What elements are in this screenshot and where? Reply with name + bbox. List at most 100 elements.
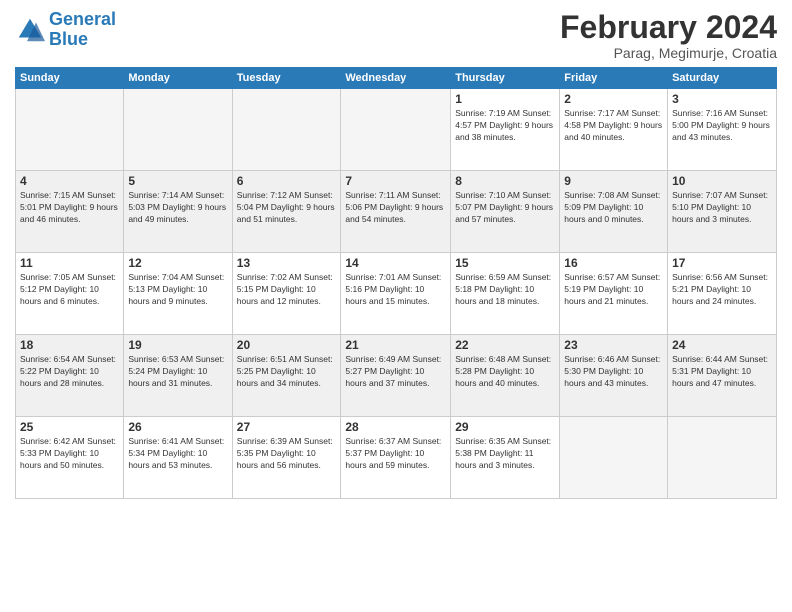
title-block: February 2024 Parag, Megimurje, Croatia [560,10,777,61]
day-number: 24 [672,338,772,352]
table-row: 16 Sunrise: 6:57 AM Sunset: 5:19 PM Dayli… [560,253,668,335]
day-info: Sunrise: 6:53 AM Sunset: 5:24 PM Dayligh… [128,354,227,390]
day-info: Sunrise: 6:37 AM Sunset: 5:37 PM Dayligh… [345,436,446,472]
month-title: February 2024 [560,10,777,45]
table-row [16,89,124,171]
table-row [232,89,341,171]
day-number: 4 [20,174,119,188]
header-sunday: Sunday [16,68,124,89]
day-number: 8 [455,174,555,188]
day-info: Sunrise: 7:19 AM Sunset: 4:57 PM Dayligh… [455,108,555,144]
table-row [124,89,232,171]
day-number: 23 [564,338,663,352]
logo-icon [15,15,45,45]
day-info: Sunrise: 6:46 AM Sunset: 5:30 PM Dayligh… [564,354,663,390]
day-info: Sunrise: 6:59 AM Sunset: 5:18 PM Dayligh… [455,272,555,308]
day-number: 22 [455,338,555,352]
day-info: Sunrise: 6:42 AM Sunset: 5:33 PM Dayligh… [20,436,119,472]
logo-text: General Blue [49,10,116,50]
header-thursday: Thursday [451,68,560,89]
day-number: 15 [455,256,555,270]
header-monday: Monday [124,68,232,89]
day-number: 10 [672,174,772,188]
table-row: 25 Sunrise: 6:42 AM Sunset: 5:33 PM Dayli… [16,417,124,499]
day-info: Sunrise: 7:16 AM Sunset: 5:00 PM Dayligh… [672,108,772,144]
table-row: 8 Sunrise: 7:10 AM Sunset: 5:07 PM Daylig… [451,171,560,253]
subtitle: Parag, Megimurje, Croatia [560,45,777,61]
table-row [560,417,668,499]
table-row: 22 Sunrise: 6:48 AM Sunset: 5:28 PM Dayli… [451,335,560,417]
day-info: Sunrise: 6:54 AM Sunset: 5:22 PM Dayligh… [20,354,119,390]
day-info: Sunrise: 7:14 AM Sunset: 5:03 PM Dayligh… [128,190,227,226]
day-number: 27 [237,420,337,434]
day-number: 21 [345,338,446,352]
day-number: 29 [455,420,555,434]
day-number: 17 [672,256,772,270]
day-info: Sunrise: 7:15 AM Sunset: 5:01 PM Dayligh… [20,190,119,226]
day-number: 1 [455,92,555,106]
table-row: 17 Sunrise: 6:56 AM Sunset: 5:21 PM Dayli… [668,253,777,335]
calendar: Sunday Monday Tuesday Wednesday Thursday… [15,67,777,499]
day-number: 3 [672,92,772,106]
day-number: 18 [20,338,119,352]
week-row-4: 18 Sunrise: 6:54 AM Sunset: 5:22 PM Dayli… [16,335,777,417]
page: General Blue February 2024 Parag, Megimu… [0,0,792,612]
day-info: Sunrise: 7:04 AM Sunset: 5:13 PM Dayligh… [128,272,227,308]
day-number: 26 [128,420,227,434]
table-row: 27 Sunrise: 6:39 AM Sunset: 5:35 PM Dayli… [232,417,341,499]
day-number: 13 [237,256,337,270]
day-info: Sunrise: 6:35 AM Sunset: 5:38 PM Dayligh… [455,436,555,472]
day-number: 28 [345,420,446,434]
day-info: Sunrise: 7:17 AM Sunset: 4:58 PM Dayligh… [564,108,663,144]
day-info: Sunrise: 6:49 AM Sunset: 5:27 PM Dayligh… [345,354,446,390]
table-row: 12Sunrise: 7:04 AM Sunset: 5:13 PM Dayli… [124,253,232,335]
day-info: Sunrise: 6:51 AM Sunset: 5:25 PM Dayligh… [237,354,337,390]
table-row [668,417,777,499]
day-info: Sunrise: 6:39 AM Sunset: 5:35 PM Dayligh… [237,436,337,472]
header-wednesday: Wednesday [341,68,451,89]
day-number: 6 [237,174,337,188]
day-info: Sunrise: 7:02 AM Sunset: 5:15 PM Dayligh… [237,272,337,308]
table-row: 24Sunrise: 6:44 AM Sunset: 5:31 PM Dayli… [668,335,777,417]
header-friday: Friday [560,68,668,89]
day-info: Sunrise: 6:57 AM Sunset: 5:19 PM Dayligh… [564,272,663,308]
table-row: 14Sunrise: 7:01 AM Sunset: 5:16 PM Dayli… [341,253,451,335]
day-info: Sunrise: 7:08 AM Sunset: 5:09 PM Dayligh… [564,190,663,226]
day-info: Sunrise: 6:48 AM Sunset: 5:28 PM Dayligh… [455,354,555,390]
table-row: 29 Sunrise: 6:35 AM Sunset: 5:38 PM Dayli… [451,417,560,499]
day-info: Sunrise: 6:41 AM Sunset: 5:34 PM Dayligh… [128,436,227,472]
table-row: 4 Sunrise: 7:15 AM Sunset: 5:01 PM Daylig… [16,171,124,253]
table-row: 7 Sunrise: 7:11 AM Sunset: 5:06 PM Daylig… [341,171,451,253]
weekday-header-row: Sunday Monday Tuesday Wednesday Thursday… [16,68,777,89]
table-row: 1 Sunrise: 7:19 AM Sunset: 4:57 PM Daylig… [451,89,560,171]
week-row-5: 25 Sunrise: 6:42 AM Sunset: 5:33 PM Dayli… [16,417,777,499]
day-number: 25 [20,420,119,434]
table-row: 5 Sunrise: 7:14 AM Sunset: 5:03 PM Daylig… [124,171,232,253]
day-info: Sunrise: 6:56 AM Sunset: 5:21 PM Dayligh… [672,272,772,308]
table-row: 9 Sunrise: 7:08 AM Sunset: 5:09 PM Daylig… [560,171,668,253]
table-row [341,89,451,171]
day-info: Sunrise: 7:05 AM Sunset: 5:12 PM Dayligh… [20,272,119,308]
week-row-1: 1 Sunrise: 7:19 AM Sunset: 4:57 PM Daylig… [16,89,777,171]
table-row: 19 Sunrise: 6:53 AM Sunset: 5:24 PM Dayli… [124,335,232,417]
day-info: Sunrise: 7:01 AM Sunset: 5:16 PM Dayligh… [345,272,446,308]
week-row-3: 11 Sunrise: 7:05 AM Sunset: 5:12 PM Dayli… [16,253,777,335]
table-row: 26 Sunrise: 6:41 AM Sunset: 5:34 PM Dayli… [124,417,232,499]
day-info: Sunrise: 7:07 AM Sunset: 5:10 PM Dayligh… [672,190,772,226]
day-number: 11 [20,256,119,270]
table-row: 13 Sunrise: 7:02 AM Sunset: 5:15 PM Dayli… [232,253,341,335]
table-row: 2Sunrise: 7:17 AM Sunset: 4:58 PM Daylig… [560,89,668,171]
header: General Blue February 2024 Parag, Megimu… [15,10,777,61]
day-number: 5 [128,174,227,188]
day-info: Sunrise: 7:10 AM Sunset: 5:07 PM Dayligh… [455,190,555,226]
table-row: 18 Sunrise: 6:54 AM Sunset: 5:22 PM Dayli… [16,335,124,417]
day-number: 16 [564,256,663,270]
day-number: 9 [564,174,663,188]
logo-line1: General [49,9,116,29]
day-info: Sunrise: 7:11 AM Sunset: 5:06 PM Dayligh… [345,190,446,226]
table-row: 11 Sunrise: 7:05 AM Sunset: 5:12 PM Dayli… [16,253,124,335]
day-number: 19 [128,338,227,352]
table-row: 28 Sunrise: 6:37 AM Sunset: 5:37 PM Dayli… [341,417,451,499]
day-number: 7 [345,174,446,188]
table-row: 23 Sunrise: 6:46 AM Sunset: 5:30 PM Dayli… [560,335,668,417]
